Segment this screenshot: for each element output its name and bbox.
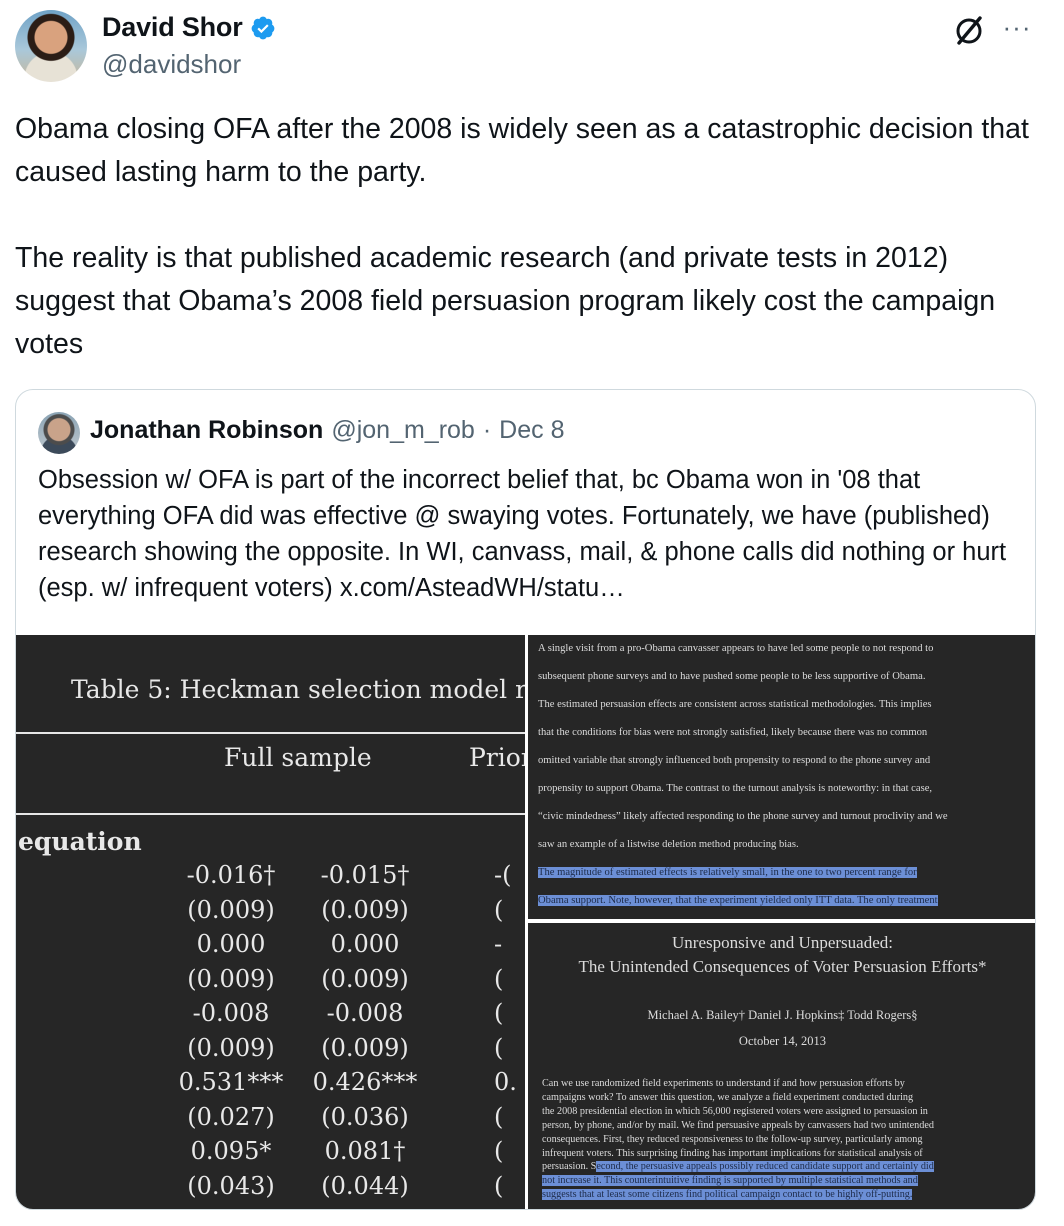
table-cell: (0.009) [321,895,409,924]
table-cell: ( [494,1137,504,1165]
table-cell: ( [494,1171,504,1200]
excerpt-line: “civic mindedness” likely affected respo… [538,811,948,822]
abstract-line: campaigns work? To answer this question,… [542,1091,914,1103]
excerpt-highlighted-line: Obama support. Note, however, that the e… [538,895,938,906]
excerpt-line: omitted variable that strongly influence… [538,755,931,766]
quote-separator: · [482,416,492,444]
tweet-header: David Shor @davidshor ··· [0,0,1064,100]
table-cell: - [494,930,503,958]
excerpt-paragraph: A single visit from a pro-Obama canvasse… [538,635,1023,915]
paper-authors: Michael A. Bailey† Daniel J. Hopkins‡ To… [647,1008,918,1022]
table-caption: Table 5: Heckman selection model re [71,675,525,704]
verified-badge-icon [251,16,274,39]
table-cell: (0.009) [321,1033,409,1062]
abstract-line: consequences. First, they reduced respon… [542,1133,923,1145]
table-cell: 0.000 [330,930,400,958]
table-cell: 0.095* [190,1137,272,1165]
table-rule-top [16,732,525,734]
media-image-paper[interactable]: Unresponsive and Unpersuaded: The Uninte… [528,923,1035,1209]
abstract-line-start: persuasion. S [542,1161,597,1173]
abstract-highlighted-line: suggests that at least some citizens fin… [542,1189,913,1201]
excerpt-line: A single visit from a pro-Obama canvasse… [538,643,934,654]
quote-author-name[interactable]: Jonathan Robinson [90,416,323,445]
tweet-text: Obama closing OFA after the 2008 is wide… [15,113,1029,360]
paper-title-line-2: The Unintended Consequences of Voter Per… [578,957,987,976]
table-cell: (0.009) [321,964,409,993]
abstract-highlighted-line: not increase it. This counterintuitive f… [542,1175,918,1187]
table-col-prior: Prior [469,743,525,772]
table-col-full-sample: Full sample [224,743,372,772]
table-cell: (0.009) [187,964,275,993]
excerpt-line: subsequent phone surveys and to have pus… [538,671,926,682]
author-handle[interactable]: @davidshor [102,49,241,80]
abstract-line: the 2008 presidential election in which … [542,1105,928,1117]
author-display-name[interactable]: David Shor [102,12,243,43]
excerpt-line: propensity to support Obama. The contras… [538,783,933,794]
paper-abstract: Can we use randomized field experiments … [542,1077,1022,1202]
abstract-line: Can we use randomized field experiments … [542,1078,905,1089]
table-cell: ( [494,1102,504,1131]
more-options-icon[interactable]: ··· [1000,12,1034,46]
table-cell: ( [494,1033,504,1062]
table-cell: ( [494,999,504,1027]
grok-icon[interactable] [952,14,986,48]
quoted-tweet-card[interactable]: Jonathan Robinson @jon_m_rob · Dec 8 Obs… [15,389,1036,1210]
quote-media-grid: Table 5: Heckman selection model re Full… [16,635,1035,1209]
table-cell: (0.009) [187,1033,275,1062]
table-cell: 0.531*** [178,1068,284,1096]
paper-title-line-1: Unresponsive and Unpersuaded: [672,933,893,952]
abstract-line: person, by phone, and/or by mail. We fin… [542,1119,934,1131]
table-cell: -0.015† [320,861,410,889]
excerpt-highlighted-line: The magnitude of estimated effects is re… [538,867,917,878]
media-image-excerpt[interactable]: A single visit from a pro-Obama canvasse… [528,635,1035,919]
table-cell: 0.000 [196,930,266,958]
table-cell: -0.008 [326,999,404,1027]
quote-text: Obsession w/ OFA is part of the incorrec… [38,466,1007,602]
abstract-highlighted-text: econd, the persuasive appeals possibly r… [596,1161,934,1173]
quote-author-avatar[interactable] [38,412,80,454]
table-cell: ( [494,895,504,924]
excerpt-line: that the conditions for bias were not st… [538,727,928,738]
table-cell: 0.426*** [312,1068,418,1096]
table-cell: 0. [494,1068,517,1096]
quote-author-handle[interactable]: @jon_m_rob [331,416,475,445]
table-cell: -( [494,861,512,889]
table-cell: (0.036) [321,1102,409,1131]
paper-date: October 14, 2013 [738,1034,827,1048]
table-rule-mid [16,813,525,815]
author-name-row: David Shor [102,12,276,43]
excerpt-line: The estimated persuasion effects are con… [538,699,932,710]
abstract-line: infrequent voters. This surprising findi… [542,1147,923,1159]
table-equation-label: equation [18,827,142,856]
quote-header: Jonathan Robinson @jon_m_rob · Dec 8 [90,416,564,445]
table-cell: -0.008 [192,999,270,1027]
table-cell: (0.009) [187,895,275,924]
table-cell: ( [494,964,504,993]
table-cell: -0.016† [186,861,276,889]
table-cell: (0.027) [187,1102,275,1131]
table-cell: (0.044) [321,1171,409,1200]
table-cell: (0.043) [187,1171,275,1200]
table-cell: 0.081† [324,1137,406,1165]
quote-date[interactable]: Dec 8 [499,416,564,445]
author-avatar[interactable] [15,10,87,82]
excerpt-line: saw an example of a listwise deletion me… [538,839,799,850]
media-image-table[interactable]: Table 5: Heckman selection model re Full… [16,635,525,1209]
